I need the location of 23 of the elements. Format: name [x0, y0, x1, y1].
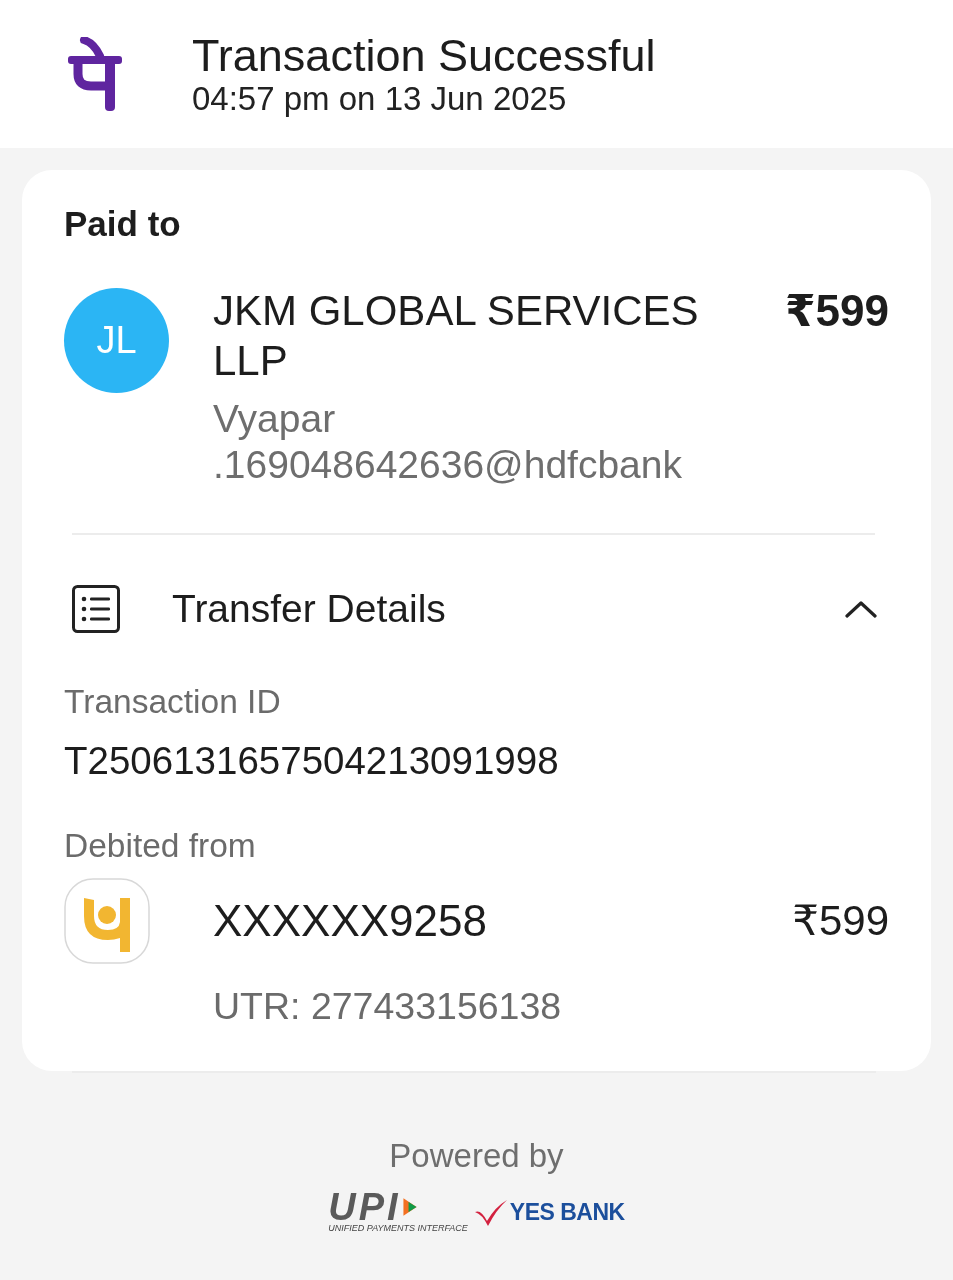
payee-upi-id: Vyapar.169048642636@hdfcbank	[213, 396, 682, 488]
debited-from-label: Debited from	[64, 827, 256, 865]
payee-name: JKM GLOBAL SERVICES LLP	[213, 286, 700, 386]
chevron-up-icon	[845, 600, 877, 618]
tick-icon	[473, 1198, 508, 1227]
logo-icon	[68, 37, 122, 111]
payee-avatar: JL	[64, 288, 169, 393]
transaction-timestamp: 04:57 pm on 13 Jun 2025	[192, 81, 568, 117]
list-icon	[72, 585, 120, 633]
utr-number: UTR: 277433156138	[213, 984, 562, 1028]
transaction-status-title: Transaction Successful	[192, 31, 656, 81]
paid-to-heading: Paid to	[64, 204, 181, 244]
bank-logo-icon	[64, 878, 150, 964]
powered-by-text: Powered by	[389, 1137, 564, 1175]
paid-amount: ₹599	[784, 286, 889, 336]
debited-amount: ₹599	[792, 897, 889, 945]
transaction-id-label: Transaction ID	[64, 683, 281, 721]
transfer-details-toggle[interactable]: Transfer Details	[72, 585, 877, 633]
debit-account-number: XXXXXX9258	[213, 897, 487, 945]
upi-arrow-icon	[401, 1196, 418, 1218]
upi-logo: UPI UNIFIED PAYMENTS INTERFACE	[328, 1191, 468, 1234]
yes-bank-logo: YES BANK	[473, 1198, 625, 1227]
transaction-id-value: T2506131657504213091998	[64, 739, 559, 783]
